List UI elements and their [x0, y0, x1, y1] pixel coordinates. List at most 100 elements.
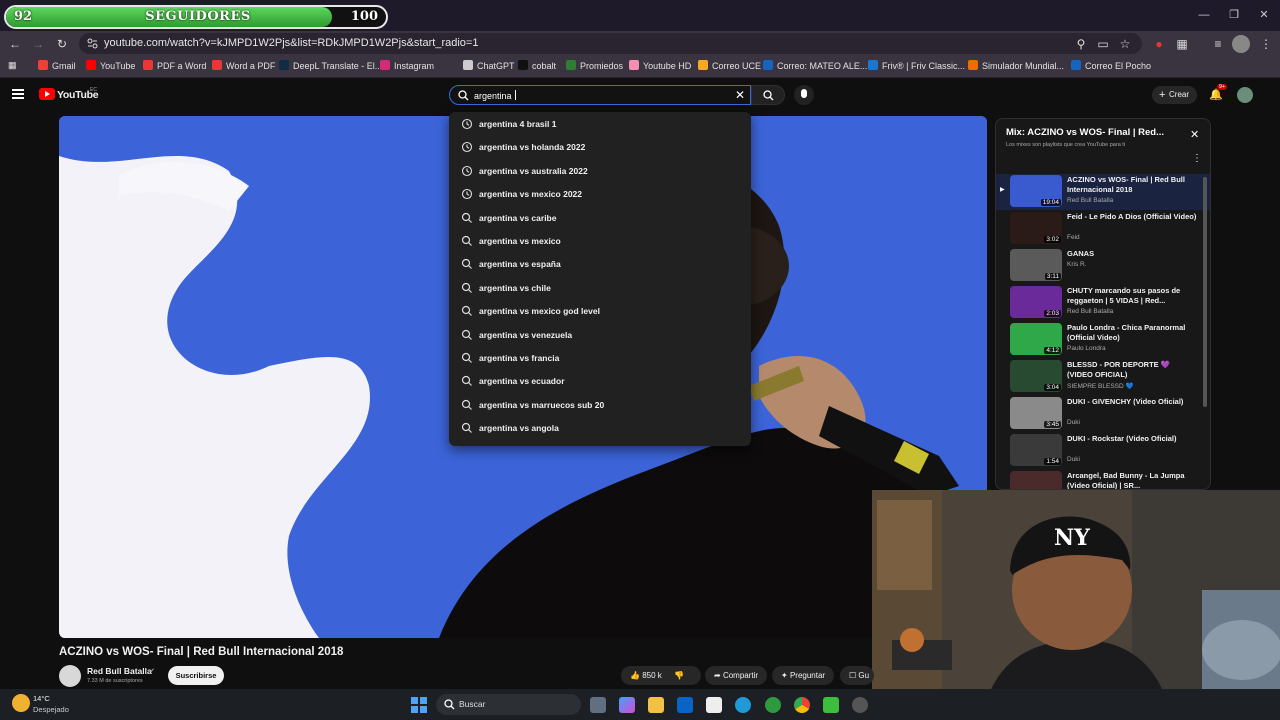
zoom-icon[interactable]: ⚲: [1072, 35, 1090, 53]
voice-search-icon[interactable]: [794, 85, 814, 105]
file-explorer-icon[interactable]: [648, 697, 664, 713]
search-suggestion[interactable]: argentina vs australia 2022: [449, 161, 751, 184]
ask-button[interactable]: ✦ Preguntar: [772, 666, 835, 685]
bookmark-item[interactable]: Instagram: [380, 60, 434, 71]
playlist-title[interactable]: Mix: ACZINO vs WOS- Final | Red...: [1006, 127, 1164, 138]
search-suggestion[interactable]: argentina vs mexico god level: [449, 301, 751, 324]
bookmark-item[interactable]: Youtube HD: [629, 60, 691, 71]
search-input[interactable]: argentina ✕: [449, 85, 751, 105]
search-suggestion[interactable]: argentina vs mexico 2022: [449, 184, 751, 207]
minimize-icon[interactable]: —: [1190, 5, 1218, 25]
playlist-thumbnail[interactable]: 4:12: [1010, 323, 1062, 355]
close-playlist-icon[interactable]: ✕: [1190, 128, 1199, 141]
bookmark-item[interactable]: ChatGPT: [463, 60, 515, 71]
playlist-item[interactable]: 1:54 DUKI - Rockstar (Video Oficial) Duki: [996, 433, 1210, 469]
bookmark-item[interactable]: YouTube: [86, 60, 135, 71]
playlist-item-title[interactable]: Arcangel, Bad Bunny - La Jumpa (Video Of…: [1067, 471, 1197, 489]
playlist-item-title[interactable]: DUKI - Rockstar (Video Oficial): [1067, 434, 1197, 444]
share-button[interactable]: ➦ Compartir: [705, 666, 768, 685]
playlist-thumbnail[interactable]: 19:04: [1010, 175, 1062, 207]
windows-start-icon[interactable]: [411, 697, 427, 713]
playlist-item[interactable]: 3:02 Feid - Le Pido A Dios (Official Vide…: [996, 211, 1210, 247]
forward-icon[interactable]: →: [29, 35, 47, 53]
bookmark-item[interactable]: Correo: MATEO ALE...: [763, 60, 867, 71]
like-icon[interactable]: 👍: [630, 671, 640, 680]
bookmark-item[interactable]: PDF a Word: [143, 60, 206, 71]
subscribe-button[interactable]: Suscribirse: [168, 666, 224, 685]
channel-name[interactable]: Red Bull Batalla: [87, 666, 152, 676]
taskbar-search[interactable]: Buscar: [436, 694, 581, 715]
site-info-icon[interactable]: [87, 38, 98, 49]
browser-menu-icon[interactable]: ⋮: [1257, 35, 1275, 53]
copilot-icon[interactable]: [619, 697, 635, 713]
youtube-logo-icon[interactable]: [39, 88, 55, 100]
playlist-thumbnail[interactable]: 4:13: [1010, 471, 1062, 489]
search-suggestion[interactable]: argentina vs francia: [449, 348, 751, 371]
playlist-item-title[interactable]: GANAS: [1067, 249, 1197, 259]
playlist-item[interactable]: 4:13 Arcangel, Bad Bunny - La Jumpa (Vide…: [996, 470, 1210, 489]
search-suggestion[interactable]: argentina vs chile: [449, 278, 751, 301]
search-suggestion[interactable]: argentina vs venezuela: [449, 325, 751, 348]
playlist-thumbnail[interactable]: 3:11: [1010, 249, 1062, 281]
create-button[interactable]: + Crear: [1152, 86, 1197, 104]
bookmark-item[interactable]: Promiedos: [566, 60, 623, 71]
extensions-icon[interactable]: ▦: [1173, 35, 1191, 53]
channel-avatar[interactable]: [59, 665, 81, 687]
playlist-menu-icon[interactable]: ⋮: [1192, 153, 1202, 164]
search-button[interactable]: [751, 85, 785, 105]
weather-icon[interactable]: [12, 694, 30, 712]
playlist-item-title[interactable]: CHUTY marcando sus pasos de reggaeton | …: [1067, 286, 1197, 306]
bookmark-item[interactable]: Friv® | Friv Classic...: [868, 60, 965, 71]
store-icon[interactable]: [706, 697, 722, 713]
clear-search-icon[interactable]: ✕: [735, 88, 745, 102]
install-icon[interactable]: ▭: [1094, 35, 1112, 53]
edge-icon[interactable]: [735, 697, 751, 713]
bookmark-item[interactable]: DeepL Translate - El...: [279, 60, 382, 71]
menu-icon[interactable]: [12, 89, 24, 99]
bookmark-star-icon[interactable]: ☆: [1116, 35, 1134, 53]
playlist-item[interactable]: ▶ 19:04 ACZINO vs WOS- Final | Red Bull In…: [996, 174, 1210, 210]
utorrent-icon[interactable]: [765, 697, 781, 713]
bookmark-item[interactable]: Correo El Pocho: [1071, 60, 1151, 71]
settings-icon[interactable]: [852, 697, 868, 713]
playlist-item[interactable]: 3:04 BLESSD - POR DEPORTE 💜 (VIDEO OFICIA…: [996, 359, 1210, 395]
search-suggestion[interactable]: argentina vs españa: [449, 254, 751, 277]
playlist-thumbnail[interactable]: 3:04: [1010, 360, 1062, 392]
bookmark-item[interactable]: Simulador Mundial...: [968, 60, 1064, 71]
like-count[interactable]: 850 k: [642, 671, 662, 680]
reload-icon[interactable]: ↻: [53, 35, 71, 53]
playlist-item[interactable]: 4:12 Paulo Londra - Chica Paranormal (Off…: [996, 322, 1210, 358]
playlist-item[interactable]: 3:11 GANAS Kris R.: [996, 248, 1210, 284]
minecraft-icon[interactable]: [823, 697, 839, 713]
playlist-scrollbar[interactable]: [1203, 177, 1207, 407]
back-icon[interactable]: ←: [6, 35, 24, 53]
extension-red-icon[interactable]: ●: [1150, 35, 1168, 53]
bookmark-item[interactable]: Correo UCE: [698, 60, 761, 71]
search-suggestion[interactable]: argentina vs marruecos sub 20: [449, 395, 751, 418]
playlist-item[interactable]: 2:03 CHUTY marcando sus pasos de reggaeto…: [996, 285, 1210, 321]
playlist-item-title[interactable]: Feid - Le Pido A Dios (Official Video): [1067, 212, 1197, 222]
address-bar[interactable]: youtube.com/watch?v=kJMPD1W2Pjs&list=RDk…: [79, 33, 1142, 54]
playlist-thumbnail[interactable]: 1:54: [1010, 434, 1062, 466]
restore-icon[interactable]: ❐: [1220, 5, 1248, 25]
bookmark-item[interactable]: Gmail: [38, 60, 76, 71]
playlist-thumbnail[interactable]: 2:03: [1010, 286, 1062, 318]
playlist-item-title[interactable]: DUKI - GIVENCHY (Video Oficial): [1067, 397, 1197, 407]
playlist-item-title[interactable]: ACZINO vs WOS- Final | Red Bull Internac…: [1067, 175, 1197, 195]
playlist-thumbnail[interactable]: 3:02: [1010, 212, 1062, 244]
bookmark-item[interactable]: cobalt: [518, 60, 556, 71]
bookmark-item[interactable]: Word a PDF: [212, 60, 275, 71]
search-suggestion[interactable]: argentina vs angola: [449, 418, 751, 441]
outlook-icon[interactable]: [677, 697, 693, 713]
task-view-icon[interactable]: [590, 697, 606, 713]
media-icon[interactable]: ≡: [1209, 35, 1227, 53]
playlist-item[interactable]: 3:45 DUKI - GIVENCHY (Video Oficial) Duki: [996, 396, 1210, 432]
search-suggestion[interactable]: argentina vs caribe: [449, 208, 751, 231]
profile-avatar[interactable]: [1232, 35, 1250, 53]
playlist-item-title[interactable]: Paulo Londra - Chica Paranormal (Officia…: [1067, 323, 1197, 343]
search-suggestion[interactable]: argentina 4 brasil 1: [449, 114, 751, 137]
close-window-icon[interactable]: ✕: [1250, 5, 1278, 25]
search-suggestion[interactable]: argentina vs holanda 2022: [449, 137, 751, 160]
playlist-item-title[interactable]: BLESSD - POR DEPORTE 💜 (VIDEO OFICIAL): [1067, 360, 1197, 380]
save-button[interactable]: ☐ Gu: [840, 666, 874, 685]
